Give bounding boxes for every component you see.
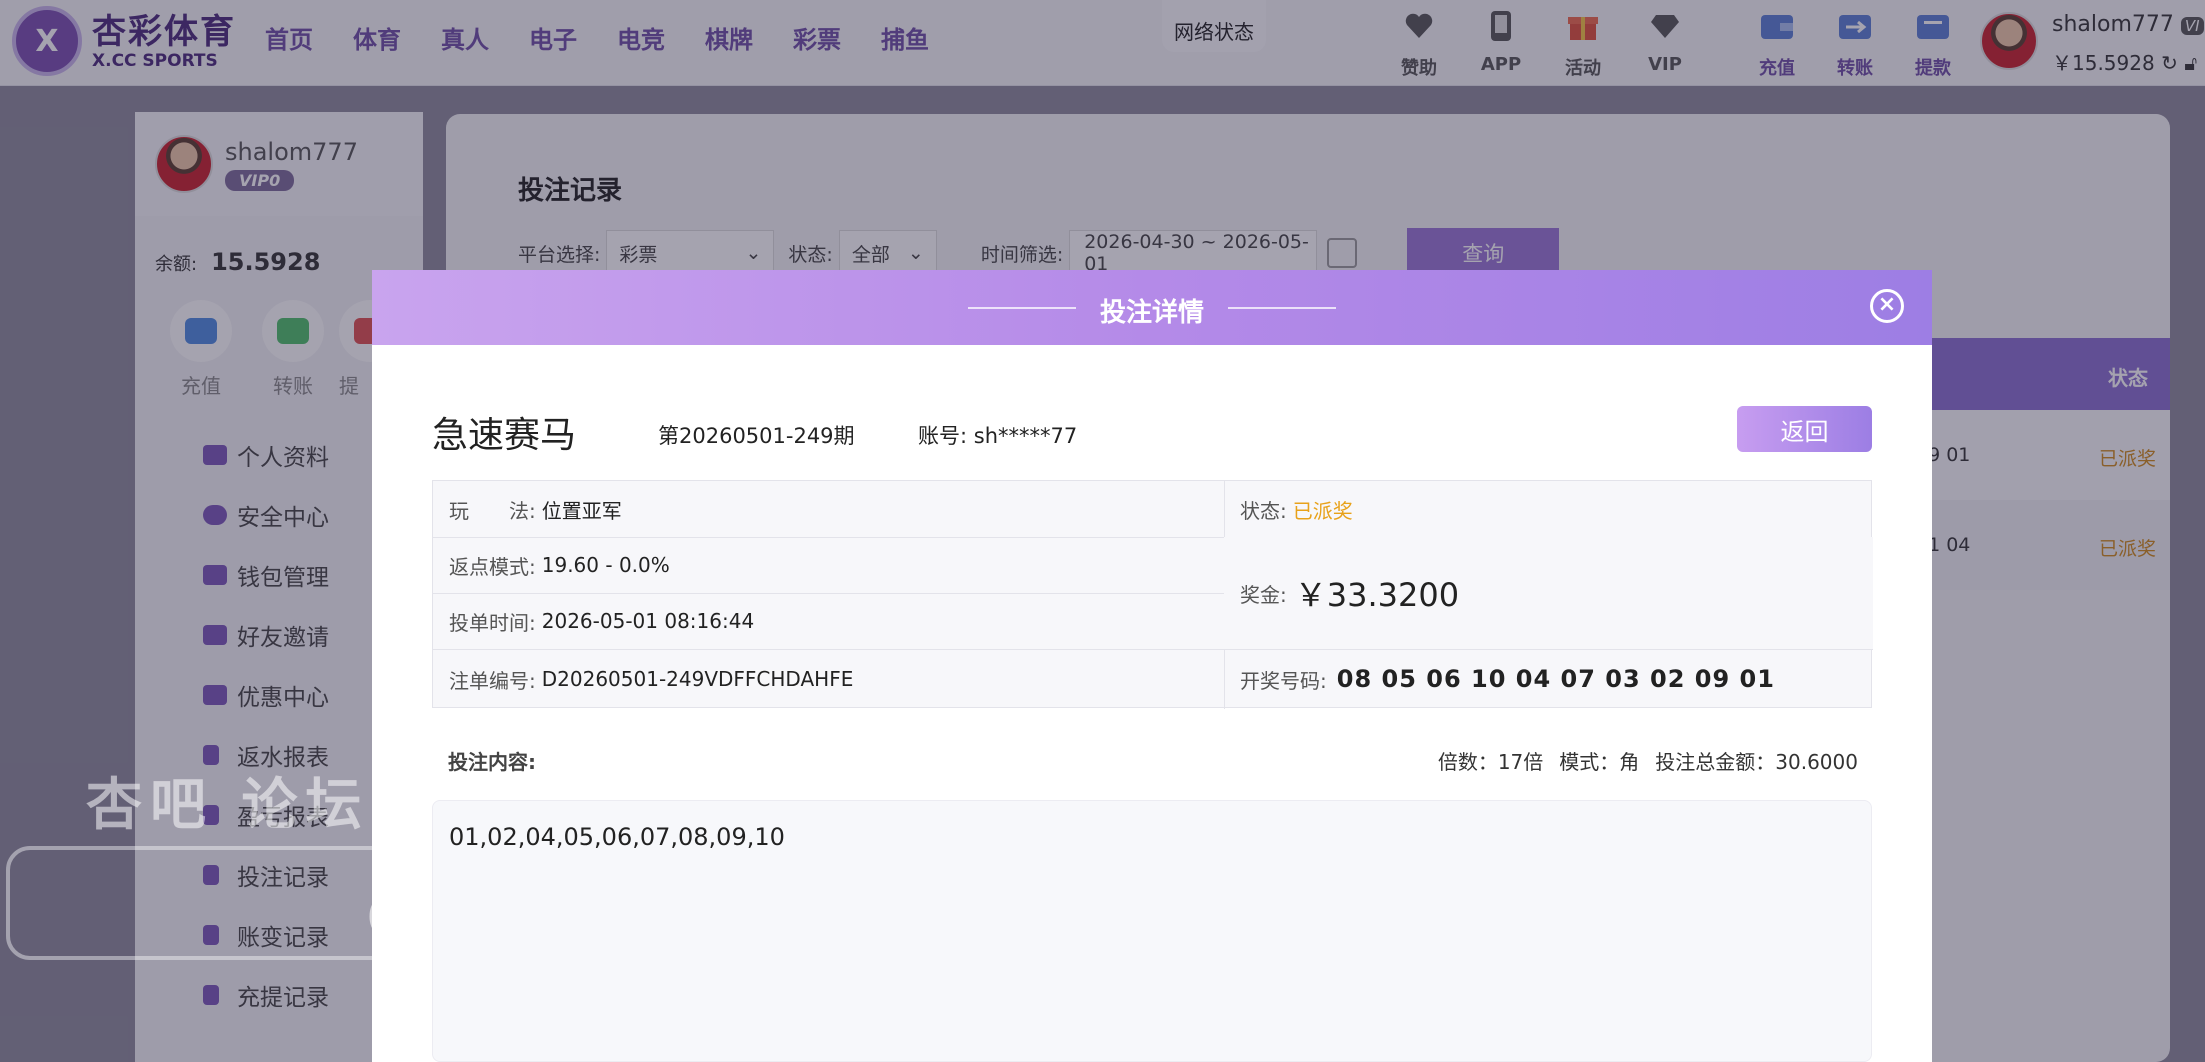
back-button[interactable]: 返回 <box>1737 406 1872 452</box>
bet-status: 状态: 已派奖 <box>1224 481 1873 537</box>
prize-value: ￥33.3200 <box>1294 576 1460 614</box>
bet-summary: 急速赛马 第20260501-249期 账号: sh*****77 返回 <box>432 406 1872 466</box>
bet-detail-modal: 投注详情 × 急速赛马 第20260501-249期 账号: sh*****77… <box>372 270 1932 1062</box>
modal-header: 投注详情 × <box>372 270 1932 345</box>
bet-content-numbers: 01,02,04,05,06,07,08,09,10 <box>449 823 785 851</box>
game-name: 急速赛马 <box>432 415 577 456</box>
modal-title: 投注详情 <box>1099 298 1204 328</box>
rebate-mode: 返点模式: 19.60 - 0.0% <box>449 553 670 579</box>
prize: 奖金: ￥33.3200 <box>1224 537 1873 649</box>
bet-detail-grid: 玩 法: 位置亚军 状态: 已派奖 返点模式: 19.60 - 0.0% 投单时间: 2… <box>432 480 1873 709</box>
bet-total: 投注总金额：30.6000 <box>1655 750 1858 774</box>
status-badge: 已派奖 <box>1292 498 1353 523</box>
bet-content-meta: 倍数：17倍 模式：角 投注总金额：30.6000 <box>1422 746 1858 775</box>
draw-numbers: 开奖号码: 08 05 06 10 04 07 03 02 09 01 <box>1240 665 1775 693</box>
close-icon[interactable]: × <box>1870 289 1904 323</box>
bet-multiple: 倍数：17倍 <box>1437 750 1544 774</box>
play-method: 玩 法: 位置亚军 <box>449 498 622 523</box>
bet-mode: 模式：角 <box>1559 750 1640 774</box>
account: 账号: sh*****77 <box>918 424 1078 448</box>
issue-number: 第20260501-249期 <box>658 424 855 448</box>
order-number: 注单编号: D20260501-249VDFFCHDAHFE <box>449 667 854 693</box>
bet-time: 投单时间: 2026-05-01 08:16:44 <box>449 609 755 635</box>
bet-content-box: 01,02,04,05,06,07,08,09,10 <box>432 800 1872 1062</box>
bet-content-label: 投注内容: <box>448 750 536 774</box>
